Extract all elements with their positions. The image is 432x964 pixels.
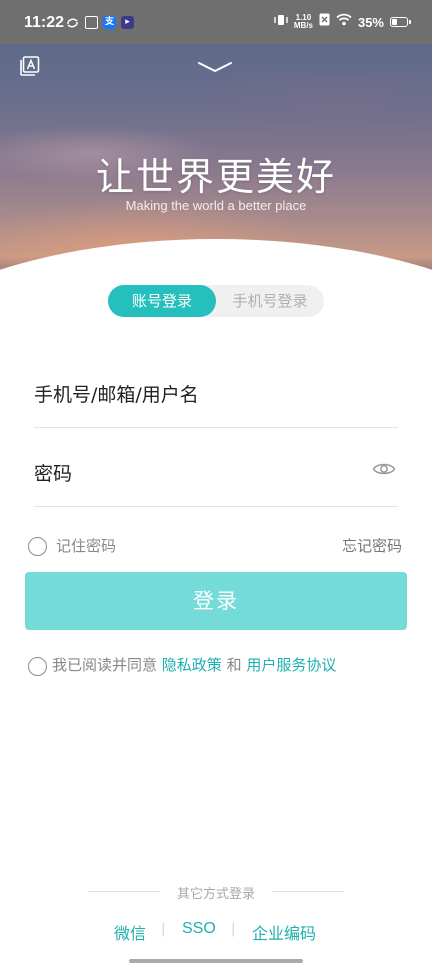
net-speed-unit: MB/s (293, 21, 313, 30)
remember-password-label[interactable]: 记住密码 (56, 535, 116, 556)
vibrate-icon (274, 13, 288, 31)
enterprise-code-login-link[interactable]: 企业编码 (252, 920, 316, 944)
agreement-prefix: 我已阅读并同意 (52, 656, 158, 674)
play-icon: ▸ (121, 16, 134, 29)
hero-arc (0, 239, 432, 286)
battery-percent: 35% (357, 14, 384, 30)
tab-account-login[interactable]: 账号登录 (108, 285, 216, 317)
eye-icon[interactable] (372, 461, 396, 477)
agreement-radio[interactable] (28, 657, 47, 676)
status-time: 11:22 (24, 14, 65, 31)
sync-icon (66, 16, 79, 29)
other-login-divider: 其它方式登录 (88, 882, 344, 902)
status-bar: 11:22 支 ▸ 1.10 MB/s 35% (0, 0, 432, 44)
alipay-icon: 支 (103, 16, 116, 29)
chevron-down-icon[interactable] (197, 59, 233, 73)
tab-phone-login[interactable]: 手机号登录 (216, 285, 324, 317)
hero-subtitle: Making the world a better place (125, 198, 307, 213)
forgot-password-link[interactable]: 忘记密码 (342, 535, 402, 556)
option-separator: | (231, 922, 236, 937)
calendar-icon (85, 16, 98, 29)
username-input[interactable] (34, 382, 354, 408)
username-field (34, 360, 398, 428)
no-sim-icon (319, 13, 330, 31)
agreement-text: 我已阅读并同意 隐私政策 和 用户服务协议 (52, 654, 336, 675)
privacy-policy-link[interactable]: 隐私政策 (162, 656, 222, 674)
remember-password-radio[interactable] (28, 537, 47, 556)
sso-login-link[interactable]: SSO (182, 920, 216, 938)
wifi-icon (336, 13, 352, 31)
net-speed: 1.10 MB/s (294, 14, 313, 30)
home-indicator[interactable] (129, 959, 303, 963)
hero-title: 让世界更美好 (95, 155, 336, 199)
agreement-conjunction: 和 (226, 656, 242, 674)
other-login-label: 其它方式登录 (176, 887, 255, 902)
password-field (34, 440, 398, 507)
status-right: 1.10 MB/s 35% (274, 12, 411, 32)
hero-banner: 让世界更美好 Making the world a better place (0, 44, 432, 286)
login-tabs: 账号登录 手机号登录 (108, 285, 324, 317)
password-input[interactable] (34, 461, 354, 487)
divider-right (272, 891, 344, 892)
battery-icon (390, 17, 411, 27)
user-agreement-link[interactable]: 用户服务协议 (246, 656, 336, 674)
login-button[interactable]: 登录 (25, 572, 407, 630)
translate-icon[interactable] (20, 56, 40, 76)
battery-level (392, 19, 397, 25)
wechat-login-link[interactable]: 微信 (114, 920, 146, 944)
option-separator: | (161, 922, 166, 937)
